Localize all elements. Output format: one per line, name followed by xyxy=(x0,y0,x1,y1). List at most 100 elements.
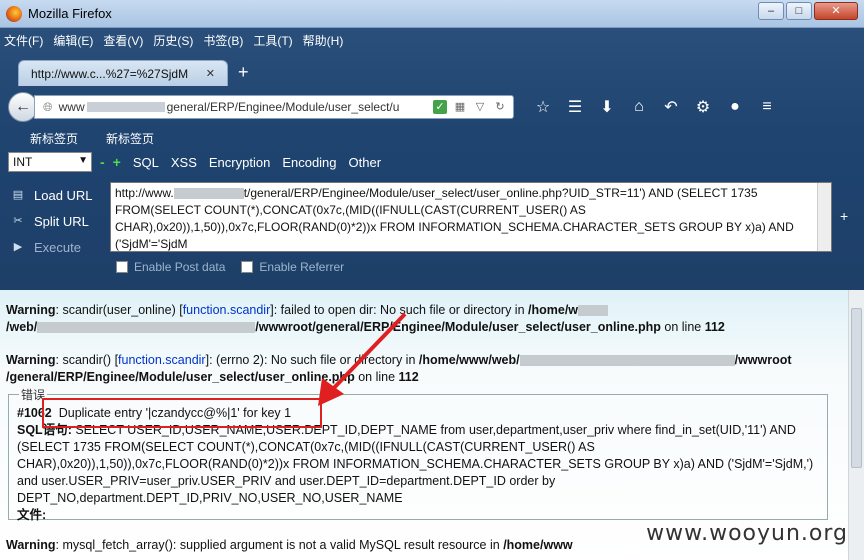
maximize-button[interactable]: □ xyxy=(786,2,812,20)
addon-icon[interactable]: ⚙ xyxy=(694,97,712,117)
url-redacted xyxy=(86,102,165,112)
url-bar-icons: ✓ ▦ ▽ ↻ xyxy=(433,100,513,114)
home-icon[interactable]: ⌂ xyxy=(630,98,648,116)
menu-tools[interactable]: 工具(T) xyxy=(253,32,292,49)
reader-icon[interactable]: ☰ xyxy=(566,97,584,117)
hackbar-url-part1: http://www. xyxy=(115,186,174,200)
dropdown-icon[interactable]: ▽ xyxy=(473,100,487,114)
new-tab-button[interactable]: + xyxy=(238,62,249,83)
tab-strip: http://www.c...%27=%27SjdM ✕ + xyxy=(18,58,249,86)
menu-help[interactable]: 帮助(H) xyxy=(303,32,344,49)
execute-label: Execute xyxy=(34,239,81,255)
menu-history[interactable]: 历史(S) xyxy=(153,32,193,49)
browser-chrome: 文件(F) 编辑(E) 查看(V) 历史(S) 书签(B) 工具(T) 帮助(H… xyxy=(0,28,864,290)
warning-message-2: Warning: scandir() [function.scandir]: (… xyxy=(6,352,836,386)
warning-label: Warning xyxy=(6,353,56,367)
menu-hamburger-icon[interactable]: ≡ xyxy=(758,98,776,116)
menu-edit[interactable]: 编辑(E) xyxy=(53,32,93,49)
path-redacted xyxy=(37,322,256,334)
globe-icon: 🌐︎ xyxy=(43,99,53,114)
file-path: /home/www xyxy=(503,538,573,552)
expand-icon[interactable]: + xyxy=(840,208,848,224)
hackbar-options: Enable Post data Enable Referrer xyxy=(116,260,344,274)
hackbar-menu-xss[interactable]: XSS xyxy=(171,155,197,170)
title-bar: Mozilla Firefox – □ ✕ xyxy=(0,0,864,28)
hackbar-menu-other[interactable]: Other xyxy=(349,155,382,170)
path-redacted xyxy=(578,305,609,317)
warning-message-1: Warning: scandir(user_online) [function.… xyxy=(6,302,836,336)
menu-view[interactable]: 查看(V) xyxy=(103,32,143,49)
split-url-icon: ✂ xyxy=(13,215,23,227)
warning-text: : scandir() [ xyxy=(55,353,119,367)
bookmark-item[interactable]: 新标签页 xyxy=(30,130,78,147)
enable-referrer-checkbox[interactable]: Enable Referrer xyxy=(241,260,344,274)
load-url-label: Load URL xyxy=(34,187,93,203)
firefox-logo-icon xyxy=(6,6,22,22)
tab-label: http://www.c...%27=%27SjdM xyxy=(31,67,189,81)
url-prefix: www xyxy=(58,100,85,114)
checkbox-box xyxy=(241,261,254,273)
textarea-scrollbar[interactable] xyxy=(817,183,831,251)
page-content: Warning: scandir(user_online) [function.… xyxy=(0,290,864,560)
hackbar-menu-encoding[interactable]: Encoding xyxy=(282,155,336,170)
warning-text: on line xyxy=(660,320,705,334)
checkbox-box xyxy=(116,261,128,273)
hackbar-menu-sql[interactable]: SQL xyxy=(133,155,159,170)
hackbar-type-select[interactable]: INT ▼ xyxy=(8,152,92,172)
highlight-annotation-box xyxy=(42,398,322,428)
reload-icon[interactable]: ↻ xyxy=(493,100,507,114)
menu-file[interactable]: 文件(F) xyxy=(4,32,43,49)
url-redacted xyxy=(173,188,244,200)
line-number: 112 xyxy=(704,320,725,334)
file-path: /home/w xyxy=(528,303,579,317)
warning-text: : mysql_fetch_array(): supplied argument… xyxy=(55,538,504,552)
hackbar-menu-encryption[interactable]: Encryption xyxy=(209,155,270,170)
hackbar-url-textarea[interactable]: http://www. t/general/ERP/Enginee/Module/… xyxy=(110,182,832,252)
tab-active[interactable]: http://www.c...%27=%27SjdM ✕ xyxy=(18,60,228,86)
url-suffix: general/ERP/Enginee/Module/user_select/u xyxy=(166,100,400,114)
window-controls: – □ ✕ xyxy=(758,2,858,20)
url-bar[interactable]: 🌐︎ www general/ERP/Enginee/Module/user_s… xyxy=(34,95,514,119)
file-label: 文件: xyxy=(17,508,47,522)
file-path: /web/ xyxy=(6,320,38,334)
load-url-button[interactable]: ▤ Load URL xyxy=(10,182,110,208)
file-path: /wwwroot xyxy=(734,353,792,367)
execute-icon: ▶ xyxy=(13,241,23,253)
page-scrollbar[interactable] xyxy=(848,290,864,560)
function-link[interactable]: function.scandir xyxy=(183,303,271,317)
execute-button[interactable]: ▶ Execute xyxy=(10,234,110,260)
function-link[interactable]: function.scandir xyxy=(118,353,206,367)
download-icon[interactable]: ⬇ xyxy=(598,97,616,117)
hackbar-toolbar: INT ▼ - + SQL XSS Encryption Encoding Ot… xyxy=(8,152,860,172)
shield-icon[interactable]: ✓ xyxy=(433,100,447,114)
split-url-button[interactable]: ✂ Split URL xyxy=(10,208,110,234)
decrease-icon[interactable]: - xyxy=(100,154,105,170)
path-redacted xyxy=(519,355,735,367)
hackbar-actions: ▤ Load URL ✂ Split URL ▶ Execute xyxy=(10,182,110,260)
tab-close-icon[interactable]: ✕ xyxy=(206,67,215,80)
qr-code-icon[interactable]: ▦ xyxy=(453,100,467,114)
sql-text: SELECT USER_ID,USER_NAME,USER.DEPT_ID,DE… xyxy=(17,423,814,505)
watermark: www.wooyun.org xyxy=(646,521,848,546)
scrollbar-thumb[interactable] xyxy=(851,308,862,468)
menu-bookmarks[interactable]: 书签(B) xyxy=(203,32,243,49)
enable-post-label: Enable Post data xyxy=(134,260,226,274)
warning-text: : scandir(user_online) [ xyxy=(55,303,183,317)
enable-post-checkbox[interactable]: Enable Post data xyxy=(116,260,225,274)
bookmarks-bar: 新标签页 新标签页 xyxy=(30,130,154,147)
enable-referrer-label: Enable Referrer xyxy=(259,260,345,274)
profile-icon[interactable]: ● xyxy=(726,98,744,116)
chevron-down-icon: ▼ xyxy=(78,155,88,166)
close-window-button[interactable]: ✕ xyxy=(814,2,858,20)
window-title: Mozilla Firefox xyxy=(28,6,112,21)
minimize-button[interactable]: – xyxy=(758,2,784,20)
undo-icon[interactable]: ↶ xyxy=(662,97,680,117)
bookmark-item[interactable]: 新标签页 xyxy=(106,130,154,147)
sql-statement: SQL语句: SELECT USER_ID,USER_NAME,USER.DEP… xyxy=(17,422,819,507)
increase-icon[interactable]: + xyxy=(113,154,121,170)
toolbar-icons: ☆ ☰ ⬇ ⌂ ↶ ⚙ ● ≡ xyxy=(534,97,776,117)
annotation-arrow-icon xyxy=(318,312,407,406)
bookmark-star-icon[interactable]: ☆ xyxy=(534,97,552,117)
warning-label: Warning xyxy=(6,538,56,552)
warning-label: Warning xyxy=(6,303,56,317)
